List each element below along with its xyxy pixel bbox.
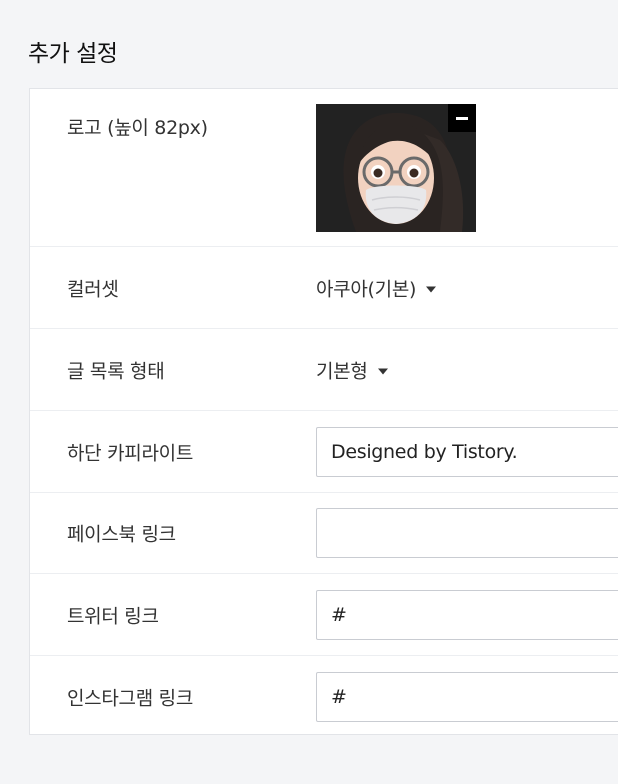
- caret-down-icon: [377, 368, 388, 374]
- setting-row-post-list: 글 목록 형태 기본형: [30, 329, 618, 411]
- post-list-label: 글 목록 형태: [67, 360, 165, 382]
- setting-row-copyright: 하단 카피라이트: [30, 411, 618, 493]
- post-list-select[interactable]: 기본형: [316, 356, 388, 383]
- copyright-input[interactable]: [316, 426, 618, 477]
- settings-panel: 로고 (높이 82px) 컬러셋 아쿠아(기본) 글 목록 형태 기본형 하단 …: [29, 88, 618, 735]
- logo-image[interactable]: [316, 104, 476, 232]
- colorset-label: 컬러셋: [67, 278, 119, 300]
- facebook-label: 페이스북 링크: [67, 523, 176, 546]
- caret-down-icon: [426, 286, 437, 292]
- twitter-link-input[interactable]: [316, 589, 618, 640]
- post-list-value: 기본형: [316, 360, 368, 382]
- minus-icon: [456, 116, 468, 120]
- colorset-select[interactable]: 아쿠아(기본): [316, 274, 437, 301]
- setting-row-twitter: 트위터 링크: [30, 574, 618, 656]
- instagram-label: 인스타그램 링크: [67, 687, 194, 709]
- colorset-value: 아쿠아(기본): [316, 278, 417, 300]
- copyright-label: 하단 카피라이트: [67, 442, 194, 464]
- setting-row-colorset: 컬러셋 아쿠아(기본): [30, 247, 618, 329]
- twitter-label: 트위터 링크: [67, 605, 159, 627]
- facebook-link-input[interactable]: [316, 508, 618, 558]
- instagram-link-input[interactable]: [316, 671, 618, 722]
- setting-row-facebook: 페이스북 링크: [30, 493, 618, 574]
- setting-row-logo: 로고 (높이 82px): [30, 89, 618, 247]
- setting-row-instagram: 인스타그램 링크: [30, 656, 618, 737]
- logo-label: 로고 (높이 82px): [67, 117, 208, 139]
- section-title: 추가 설정: [28, 41, 118, 67]
- remove-logo-button[interactable]: [448, 104, 476, 132]
